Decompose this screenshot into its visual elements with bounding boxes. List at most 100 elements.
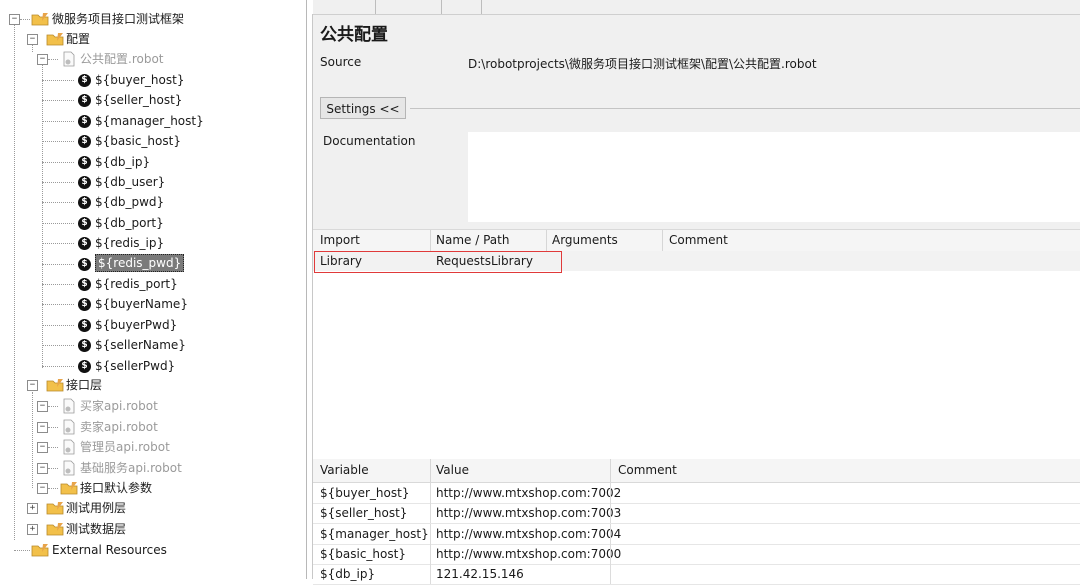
tree-node-variable[interactable]: $ ${db_user} bbox=[0, 172, 300, 192]
tree-connector bbox=[20, 19, 30, 20]
variable-cell-value[interactable]: http://www.mtxshop.com:7000 bbox=[436, 544, 621, 564]
tree-node-variable[interactable]: $ ${db_ip} bbox=[0, 152, 300, 172]
column-separator bbox=[430, 459, 431, 482]
variable-table-row[interactable]: ${seller_host} http://www.mtxshop.com:700… bbox=[313, 503, 1080, 525]
tree-node-interface-file[interactable]: − 管理员api.robot bbox=[0, 437, 300, 457]
tree-node-variable[interactable]: $ ${sellerPwd} bbox=[0, 356, 300, 376]
tree-node-variable[interactable]: $ ${db_port} bbox=[0, 213, 300, 233]
tree-label-testcase: 测试用例层 bbox=[66, 501, 127, 515]
variable-cell-name[interactable]: ${basic_host} bbox=[320, 544, 406, 564]
tree-connector bbox=[42, 304, 74, 306]
variable-cell-name[interactable]: ${seller_host} bbox=[320, 503, 407, 523]
tree-label-variable: ${db_ip} bbox=[95, 154, 151, 169]
tree-node-variable[interactable]: $ ${sellerName} bbox=[0, 335, 300, 355]
column-separator bbox=[430, 523, 431, 544]
variable-icon: $ bbox=[78, 339, 91, 353]
tree-label-variable: ${manager_host} bbox=[95, 113, 204, 128]
collapse-toggle[interactable]: − bbox=[37, 483, 48, 494]
variable-table-row[interactable]: ${manager_host} http://www.mtxshop.com:70… bbox=[313, 523, 1080, 545]
tree-connector bbox=[48, 59, 58, 60]
column-separator bbox=[662, 230, 663, 251]
variable-icon: $ bbox=[78, 237, 91, 251]
import-header-import: Import bbox=[320, 233, 360, 247]
collapse-toggle[interactable]: − bbox=[37, 401, 48, 412]
variable-cell-name[interactable]: ${manager_host} bbox=[320, 524, 429, 544]
robot-file-icon bbox=[63, 51, 75, 67]
variable-cell-value[interactable]: 121.42.15.146 bbox=[436, 564, 524, 584]
tree-node-variable[interactable]: $ ${db_pwd} bbox=[0, 192, 300, 212]
folder-open-icon bbox=[60, 482, 78, 495]
collapse-toggle[interactable]: − bbox=[27, 380, 38, 391]
variable-header-comment: Comment bbox=[618, 463, 677, 477]
tree-label-variable: ${redis_port} bbox=[95, 277, 178, 291]
tree-label-variable: ${redis_pwd} bbox=[95, 253, 185, 272]
source-label: Source bbox=[320, 55, 362, 69]
tree-connector bbox=[42, 80, 74, 81]
tree-connector bbox=[42, 182, 74, 183]
tree-connector bbox=[42, 161, 74, 163]
variable-cell-value[interactable]: http://www.mtxshop.com:7003 bbox=[436, 503, 621, 523]
tree-node-interface-file[interactable]: − 基础服务api.robot bbox=[0, 458, 300, 478]
tree-node-config-folder[interactable]: − 配置 bbox=[0, 29, 300, 49]
tree-label-variable: ${basic_host} bbox=[95, 134, 181, 149]
tree-node-variable[interactable]: $ ${seller_host} bbox=[0, 90, 300, 110]
variable-icon: $ bbox=[78, 318, 91, 332]
settings-toggle-button[interactable]: Settings << bbox=[320, 97, 406, 119]
tree-node-variable[interactable]: $ ${buyerName} bbox=[0, 294, 300, 314]
tree-label-testdata: 测试数据层 bbox=[66, 522, 127, 536]
column-separator bbox=[430, 483, 431, 503]
tree-node-variable[interactable]: $ ${redis_ip} bbox=[0, 233, 300, 253]
tree-node-interface-folder[interactable]: − 接口层 bbox=[0, 375, 300, 395]
tree-node-testcase-folder[interactable]: + 测试用例层 bbox=[0, 498, 300, 518]
variable-table-header: Variable Value Comment bbox=[313, 459, 1080, 483]
robot-file-icon bbox=[63, 398, 75, 414]
variable-table-row[interactable]: ${buyer_host} http://www.mtxshop.com:7002 bbox=[313, 483, 1080, 504]
folder-open-icon bbox=[46, 523, 64, 536]
folder-open-icon bbox=[31, 544, 49, 557]
tree-node-testdata-folder[interactable]: + 测试数据层 bbox=[0, 519, 300, 539]
collapse-toggle[interactable]: − bbox=[37, 442, 48, 454]
collapse-toggle[interactable]: − bbox=[27, 34, 38, 45]
tree-label-interface-file: 卖家api.robot bbox=[80, 419, 158, 434]
tree-node-interface-file[interactable]: − 买家api.robot bbox=[0, 396, 300, 416]
tree-node-variable[interactable]: $ ${buyerPwd} bbox=[0, 315, 300, 335]
tree-node-interface-defaults[interactable]: − 接口默认参数 bbox=[0, 478, 300, 498]
tree-connector bbox=[42, 243, 74, 245]
expand-toggle[interactable]: + bbox=[27, 503, 38, 514]
collapse-toggle[interactable]: − bbox=[37, 421, 48, 433]
tree-connector bbox=[42, 141, 74, 143]
tree-connector bbox=[48, 447, 58, 449]
variable-cell-value[interactable]: http://www.mtxshop.com:7002 bbox=[436, 483, 621, 503]
settings-divider bbox=[410, 108, 1080, 109]
editor-tab-strip bbox=[313, 0, 1080, 15]
tree-node-variable[interactable]: $ ${redis_pwd} bbox=[0, 253, 300, 274]
expand-toggle[interactable]: + bbox=[27, 524, 38, 535]
variable-cell-value[interactable]: http://www.mtxshop.com:7004 bbox=[436, 524, 621, 544]
tree-connector bbox=[42, 263, 74, 265]
tree-node-variable[interactable]: $ ${buyer_host} bbox=[0, 70, 300, 90]
tree-node-external-resources[interactable]: External Resources bbox=[0, 540, 300, 560]
tree-connector bbox=[48, 467, 58, 469]
variable-table-row[interactable]: ${basic_host} http://www.mtxshop.com:7000 bbox=[313, 543, 1080, 565]
tree-node-config-file[interactable]: − 公共配置.robot bbox=[0, 49, 300, 69]
documentation-field[interactable] bbox=[468, 132, 1080, 222]
variable-cell-name[interactable]: ${buyer_host} bbox=[320, 483, 409, 503]
import-table-header: Import Name / Path Arguments Comment bbox=[313, 229, 1080, 252]
documentation-label: Documentation bbox=[323, 134, 416, 148]
collapse-toggle[interactable]: − bbox=[37, 54, 48, 65]
column-separator bbox=[610, 459, 611, 482]
variable-icon: $ bbox=[78, 155, 91, 169]
tree-node-variable[interactable]: $ ${basic_host} bbox=[0, 131, 300, 151]
tree-connector bbox=[42, 365, 74, 367]
tree-node-interface-file[interactable]: − 卖家api.robot bbox=[0, 417, 300, 437]
collapse-toggle[interactable]: − bbox=[9, 14, 20, 25]
tree-node-root[interactable]: − 微服务项目接口测试框架 bbox=[0, 9, 300, 29]
variable-table-row[interactable]: ${db_ip} 121.42.15.146 bbox=[313, 564, 1080, 585]
collapse-toggle[interactable]: − bbox=[37, 462, 48, 474]
tree-label-interface-defaults: 接口默认参数 bbox=[80, 481, 153, 495]
tree-node-variable[interactable]: $ ${manager_host} bbox=[0, 111, 300, 131]
variable-icon: $ bbox=[78, 278, 91, 291]
variable-cell-name[interactable]: ${db_ip} bbox=[320, 564, 375, 584]
variable-icon: $ bbox=[78, 176, 91, 189]
tree-node-variable[interactable]: $ ${redis_port} bbox=[0, 274, 300, 294]
